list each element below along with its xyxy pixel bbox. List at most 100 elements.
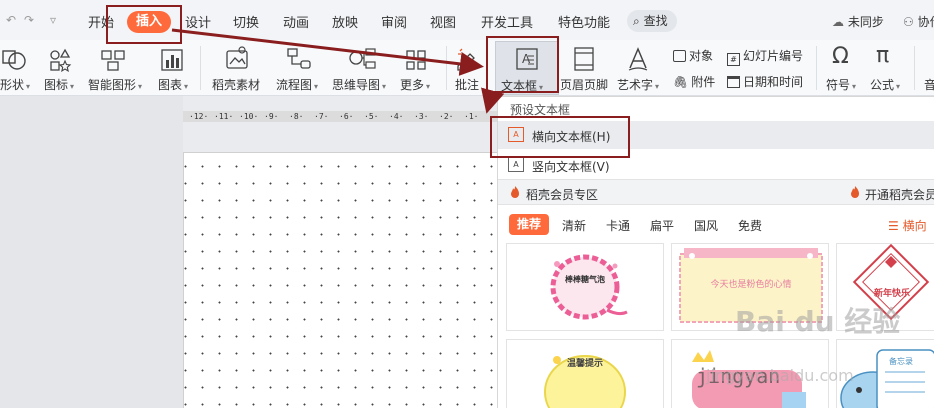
ruler-tick-label: ·3· [414,112,429,121]
tab-chinese-style[interactable]: 国风 [694,217,718,234]
shape-icon [2,50,26,70]
symbol-button[interactable]: 符号 ▾ [826,76,856,93]
vertical-textbox-icon: A [508,157,524,172]
formula-button[interactable]: 公式 ▾ [870,76,900,93]
ruler-tick-label: ·1· [464,112,479,121]
tab-developer[interactable]: 开发工具 [481,12,533,31]
list-icon: ☰ [888,219,903,233]
watermark-url: jingyan.baidu.com [706,366,854,385]
attachment-button[interactable]: 🖇 附件 [673,73,715,90]
shape-button[interactable]: 形状 ▾ [0,76,30,93]
card-text: 今天也是粉色的心情 [710,280,792,290]
mindmap-button[interactable]: 思维导图 ▾ [332,76,386,93]
horizontal-textbox-highlight [490,116,630,158]
tab-animation[interactable]: 动画 [283,12,309,31]
ruler-tick-label: ·5· [364,112,379,121]
ribbon-toolbar: 形状 ▾ 图标 ▾ 智能图形 ▾ 图表 ▾ 稻壳素材 流程图 ▾ 思维导图 ▾ … [0,40,934,96]
comment-icon [457,48,475,71]
flowchart-button[interactable]: 流程图 ▾ [276,76,318,93]
tab-recommended[interactable]: 推荐 [509,214,549,235]
object-icon [673,50,686,62]
warm-tip-thumbnail [544,355,626,408]
ruler-tick-label: ·7· [314,112,329,121]
slide-canvas[interactable] [183,152,497,408]
cloud-icon: ☁ [832,15,844,29]
lollipop-bubble-thumbnail [550,254,628,320]
flame-icon [511,186,519,198]
tab-special-features[interactable]: 特色功能 [558,12,610,31]
icons-icon [50,48,72,72]
tab-review[interactable]: 审阅 [381,12,407,31]
tab-transition[interactable]: 切换 [233,12,259,31]
chart-button[interactable]: 图表 ▾ [158,76,188,93]
slide-number-icon: # [727,53,740,66]
quick-access-dropdown-icon[interactable]: ▿ [50,13,56,27]
search-label: 查找 [643,14,668,28]
ribbon-separator [816,46,817,90]
ruler-tick-label: ·2· [439,112,454,121]
omega-icon: Ω [832,44,849,69]
search-icon: ⌕ [633,14,640,28]
slide-thumbnail-pane [0,96,183,408]
more-button[interactable]: 更多 ▾ [400,76,430,93]
card-text: 棒棒糖气泡 [565,275,605,284]
ruler-tick-label: ·6· [339,112,354,121]
ribbon-separator [446,46,447,90]
wordart-icon [628,47,648,71]
textbox-button-highlight [486,36,559,93]
comment-button[interactable]: 批注 [455,76,479,93]
smart-art-button[interactable]: 智能图形 ▾ [88,76,142,93]
tab-view[interactable]: 视图 [430,12,456,31]
ruler-tick-label: ·8· [289,112,304,121]
collab-button[interactable]: ⚇ 协作 [903,13,934,30]
pi-icon: π [876,43,890,68]
ruler-tick-label: ·12· [189,112,209,121]
undo-icon[interactable]: ↶ [6,13,16,27]
chart-icon [161,49,183,71]
tab-slideshow[interactable]: 放映 [332,12,358,31]
ruler-tick-label: ·10· [239,112,259,121]
ribbon-separator [200,46,201,90]
insert-tab-highlight [106,5,182,44]
open-member-link[interactable]: 开通稻壳会员 [865,186,934,203]
tab-cartoon[interactable]: 卡通 [606,217,630,234]
card-text: 温馨提示 [566,359,603,369]
tab-design[interactable]: 设计 [185,12,211,31]
ruler-tick-label: ·9· [264,112,279,121]
sync-status[interactable]: ☁ 未同步 [832,13,884,30]
icons-button[interactable]: 图标 ▾ [44,76,74,93]
template-card[interactable]: 温馨提示 [506,339,664,408]
wordart-button[interactable]: 艺术字 ▾ [617,76,659,93]
horizontal-ruler[interactable]: ·12· ·11· ·10· ·9· ·8· ·7· ·6· ·5· ·4· ·3· ·2· ·1· [183,111,497,122]
audio-button[interactable]: 音 [924,76,934,93]
flowchart-icon [287,48,311,69]
redo-icon[interactable]: ↷ [24,13,34,27]
user-icon: ⚇ [903,15,914,29]
ruler-tick-label: ·4· [389,112,404,121]
search-box[interactable]: ⌕ 查找 [627,10,677,32]
header-footer-button[interactable]: 页眉页脚 [560,76,608,93]
tab-fresh[interactable]: 清新 [562,217,586,234]
calendar-icon [727,76,740,88]
member-zone-bar: 稻壳会员专区 开通稻壳会员 [498,179,934,205]
object-button[interactable]: 对象 [673,47,713,64]
header-footer-icon [574,47,594,71]
card-text: 备忘录 [889,357,913,366]
template-card[interactable]: 棒棒糖气泡 [506,243,664,331]
template-tabs: 推荐 清新 卡通 扁平 国风 免费 ☰ 横向 [498,213,934,237]
flame-icon [851,186,859,198]
ribbon-separator [914,46,915,90]
date-time-button[interactable]: 日期和时间 [727,73,803,90]
watermark-brand: Bai du 经验 [735,305,901,338]
slide-number-button[interactable]: # 幻灯片编号 [727,47,803,66]
tab-free[interactable]: 免费 [738,217,762,234]
material-button[interactable]: 稻壳素材 [212,76,260,93]
smart-art-icon [101,50,125,71]
ruler-tick-label: ·11· [214,112,234,121]
mindmap-icon [349,48,376,69]
member-zone-title: 稻壳会员专区 [526,188,599,202]
tab-flat[interactable]: 扁平 [650,217,674,234]
material-icon [226,46,248,69]
orientation-toggle[interactable]: ☰ 横向 [888,217,927,234]
card-text: 新年快乐 [873,289,910,299]
